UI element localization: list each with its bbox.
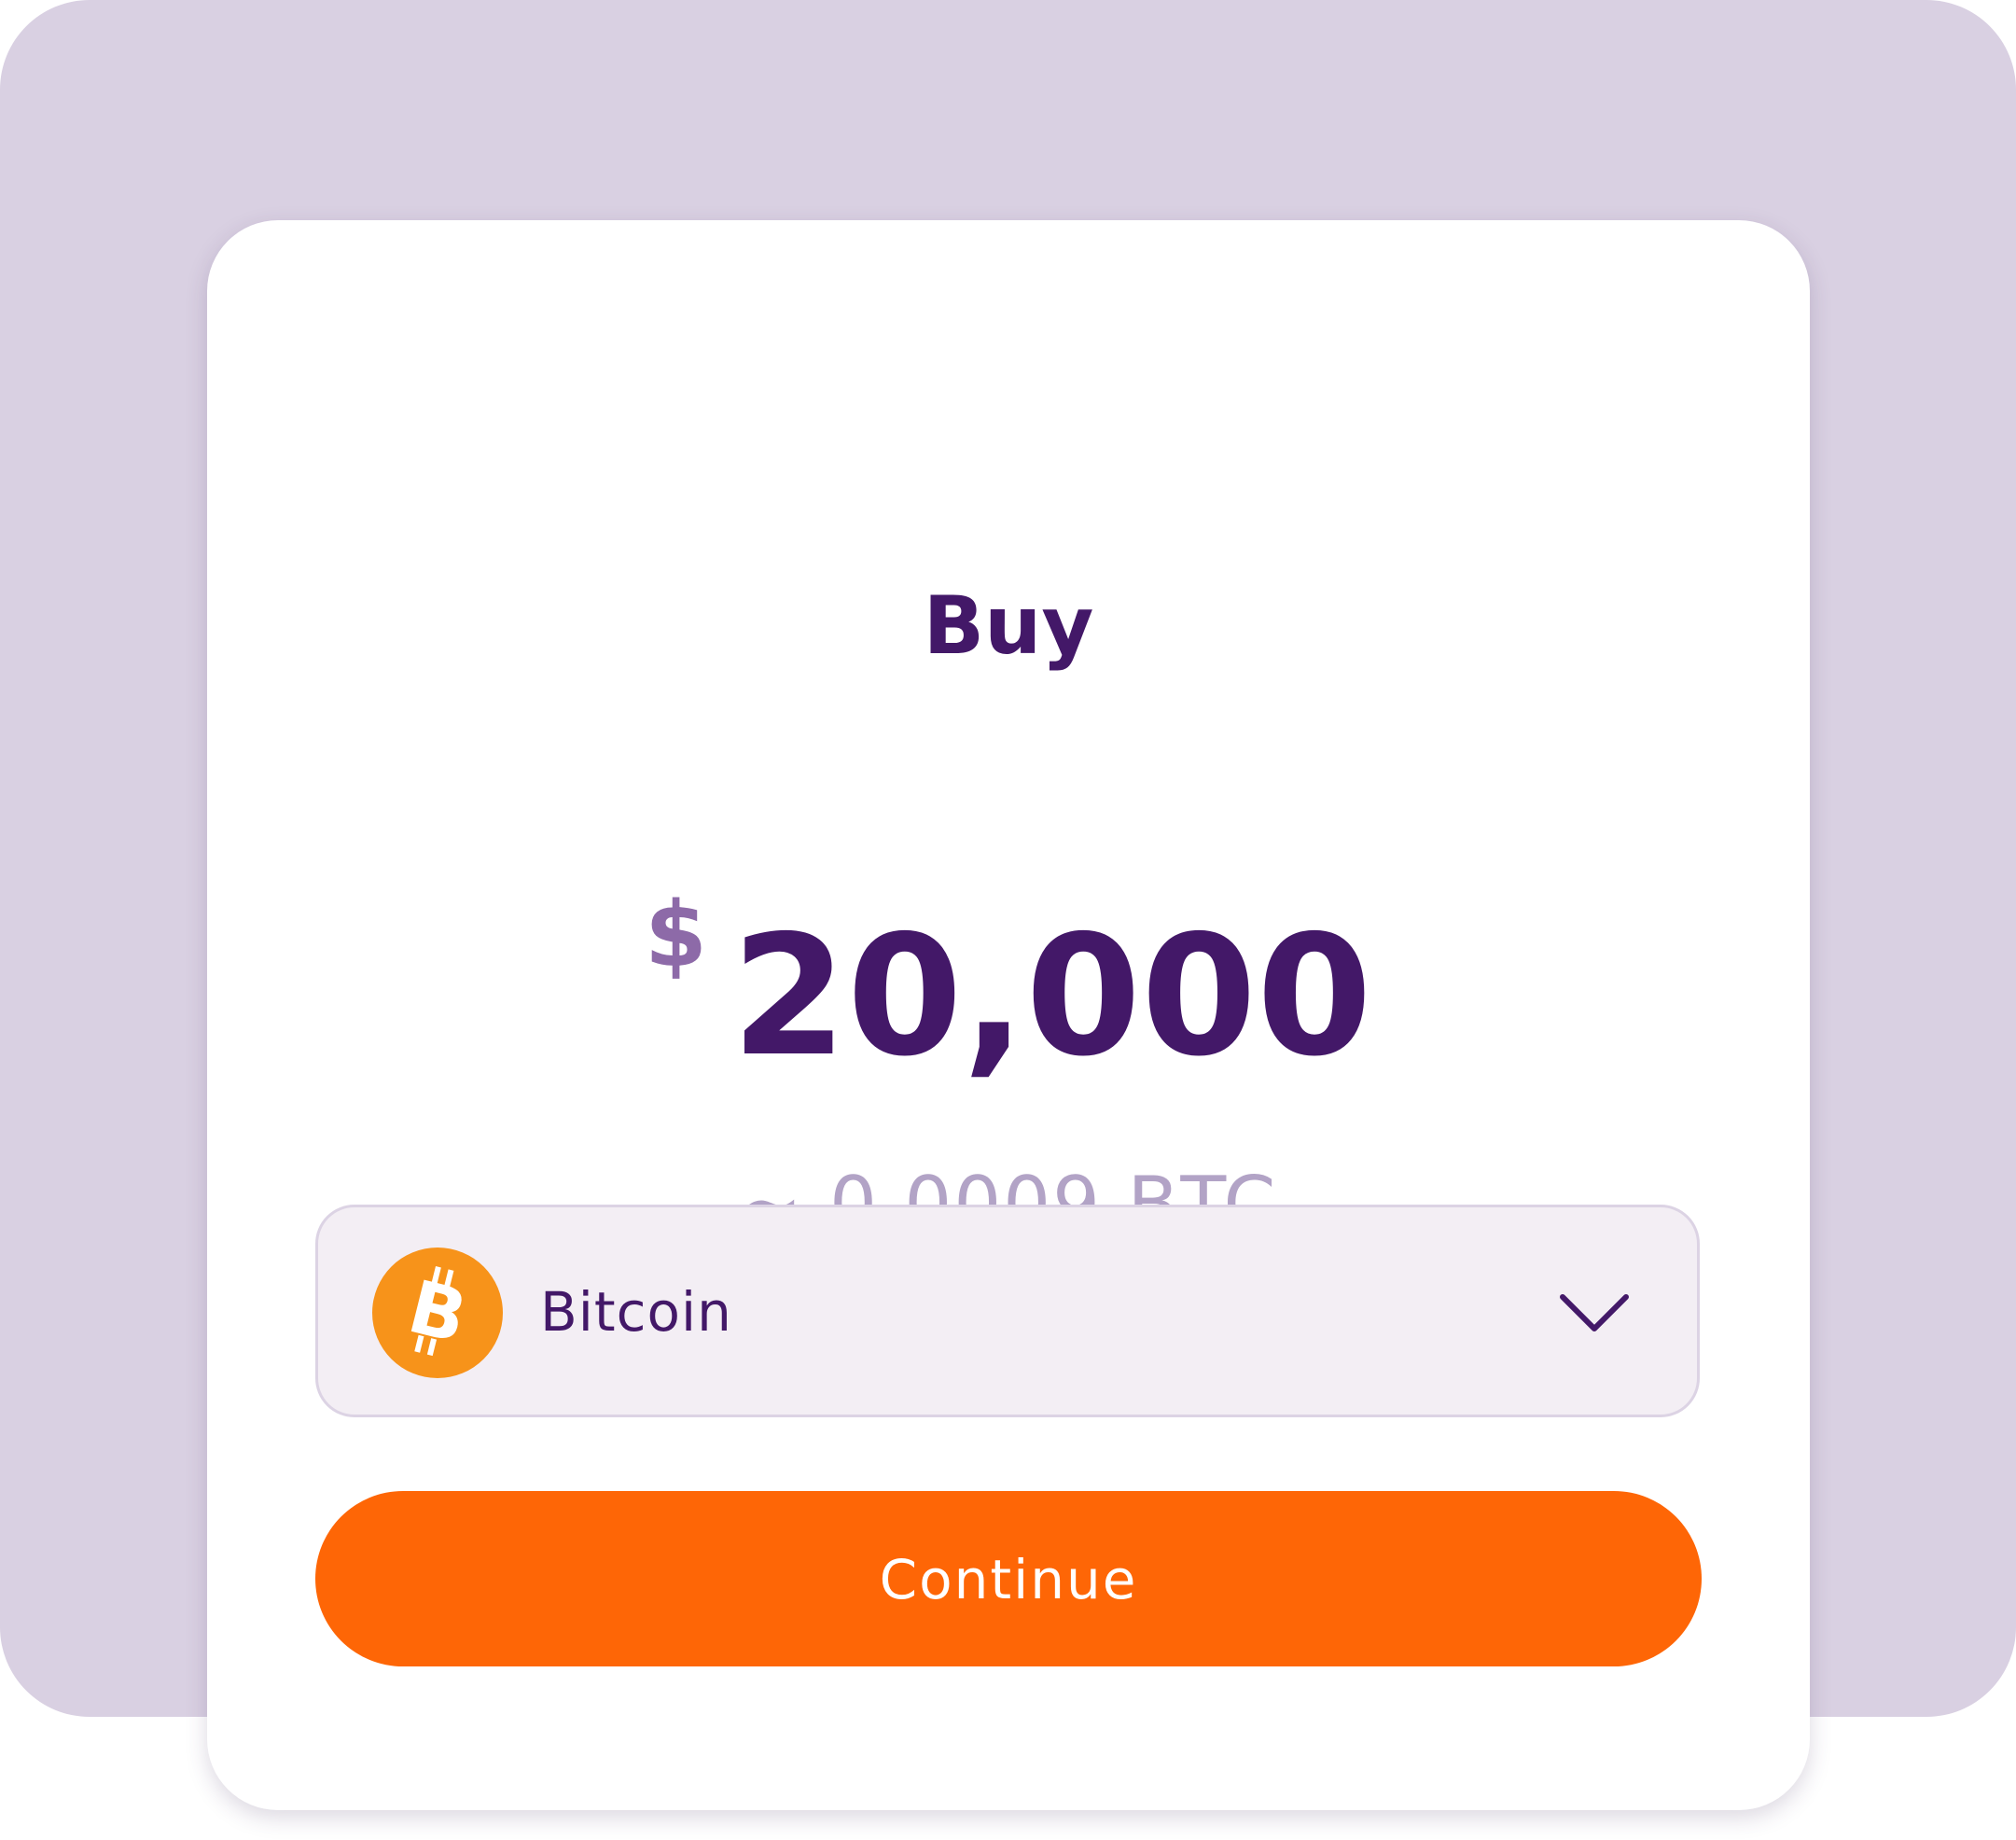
chevron-down-icon bbox=[1560, 1294, 1629, 1331]
asset-name: Bitcoin bbox=[540, 1280, 732, 1344]
amount-value[interactable]: 20,000 bbox=[731, 903, 1372, 1090]
currency-symbol: $ bbox=[645, 883, 707, 987]
bitcoin-icon: B bbox=[372, 1248, 503, 1378]
asset-selector[interactable]: B Bitcoin bbox=[315, 1205, 1700, 1417]
continue-button[interactable]: Continue bbox=[315, 1491, 1702, 1666]
page-title: Buy bbox=[923, 579, 1094, 673]
amount-display: $ 20,000 bbox=[207, 873, 1810, 1090]
